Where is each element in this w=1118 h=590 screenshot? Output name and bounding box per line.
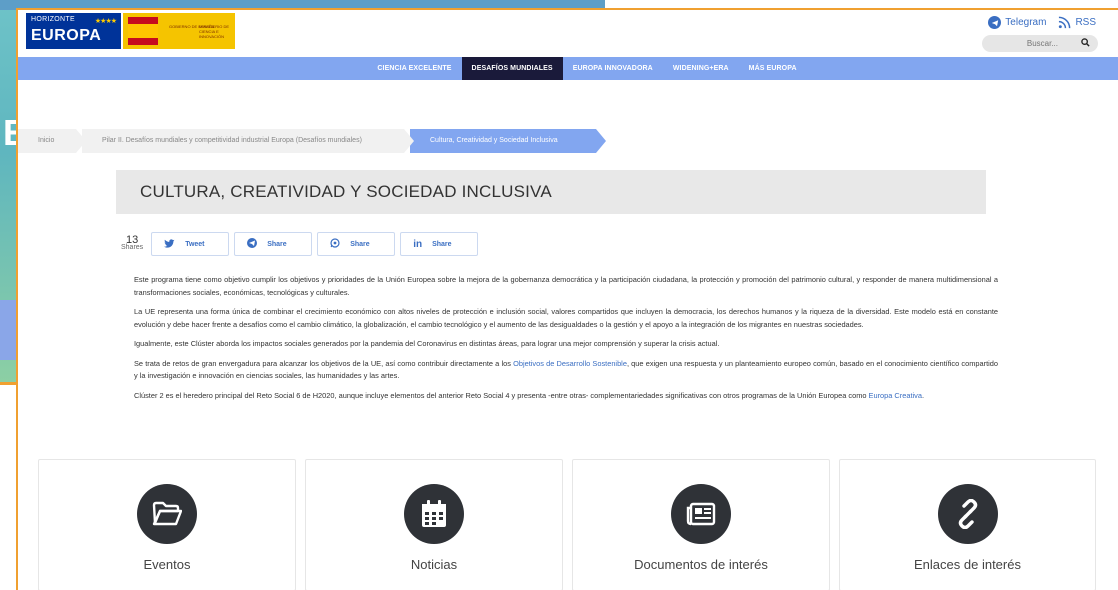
social-links: Telegram RSS	[988, 16, 1096, 29]
paragraph-5: Clúster 2 es el heredero principal del R…	[134, 390, 998, 403]
logo-small-text: HORIZONTE	[31, 16, 75, 23]
ods-link[interactable]: Objetivos de Desarrollo Sostenible	[513, 359, 627, 368]
share-count: 13 Shares	[121, 234, 144, 252]
breadcrumb-item-inicio[interactable]: Inicio	[18, 129, 86, 153]
share-count-label: Shares	[121, 244, 144, 251]
telegram-share-button[interactable]: Share	[234, 232, 313, 256]
nav-item-europa-innovadora[interactable]: EUROPA INNOVADORA	[563, 57, 663, 80]
linkedin-share-button[interactable]: in Share	[400, 232, 479, 256]
card-enlaces[interactable]: Enlaces de interés	[839, 459, 1096, 590]
whatsapp-share-label: Share	[350, 240, 370, 248]
paragraph-5-text-b: .	[921, 390, 925, 400]
spain-flag-icon	[128, 17, 158, 45]
card-enlaces-label: Enlaces de interés	[914, 557, 1021, 572]
breadcrumb-item-pilar[interactable]: Pilar II. Desafíos mundiales y competiti…	[82, 129, 414, 153]
rss-link[interactable]: RSS	[1058, 16, 1096, 29]
folder-icon	[137, 484, 197, 544]
rss-icon	[1059, 16, 1071, 29]
telegram-share-label: Share	[267, 240, 287, 248]
breadcrumb-item-current: Cultura, Creatividad y Sociedad Inclusiv…	[410, 129, 606, 153]
top-bar: HORIZONTE ★★★★ EUROPA GOBIERNO DE ESPAÑA…	[18, 10, 1118, 56]
paragraph-4-text-a: Se trata de retos de gran envergadura pa…	[134, 358, 514, 368]
page-title: CULTURA, CREATIVIDAD Y SOCIEDAD INCLUSIV…	[140, 182, 552, 201]
article-body: Este programa tiene como objetivo cumpli…	[134, 274, 998, 409]
main-nav: CIENCIA EXCELENTE DESAFÍOS MUNDIALES EUR…	[18, 57, 1118, 80]
share-count-number: 13	[125, 234, 139, 246]
whatsapp-icon	[330, 237, 340, 251]
card-eventos-label: Eventos	[143, 557, 191, 572]
nav-item-ciencia-excelente[interactable]: CIENCIA EXCELENTE	[367, 57, 461, 80]
search-input[interactable]	[990, 39, 1070, 48]
logo-group[interactable]: HORIZONTE ★★★★ EUROPA GOBIERNO DE ESPAÑA…	[26, 13, 235, 49]
logo-big-text: EUROPA	[31, 27, 102, 44]
whatsapp-share-button[interactable]: Share	[317, 232, 396, 256]
linkedin-icon: in	[413, 238, 423, 250]
nav-item-widening-era[interactable]: WIDENING+ERA	[663, 57, 739, 80]
telegram-share-icon	[247, 237, 258, 251]
paragraph-1: Este programa tiene como objetivo cumpli…	[134, 275, 998, 297]
linkedin-share-label: Share	[432, 240, 452, 248]
twitter-share-button[interactable]: Tweet	[151, 232, 230, 256]
share-bar: 13 Shares Tweet Share Share in Share	[121, 232, 479, 256]
search-box[interactable]	[982, 35, 1098, 52]
card-noticias-label: Noticias	[410, 557, 458, 572]
tweet-label: Tweet	[185, 240, 205, 248]
nav-item-mas-europa[interactable]: MÁS EUROPA	[739, 57, 807, 80]
nav-items: CIENCIA EXCELENTE DESAFÍOS MUNDIALES EUR…	[367, 57, 806, 80]
government-logo[interactable]: GOBIERNO DE ESPAÑA MINISTERIO DE CIENCIA…	[123, 13, 235, 49]
quick-links: Eventos Noticias Documentos de interés E…	[38, 459, 1096, 590]
card-documentos-label: Documentos de interés	[634, 557, 768, 572]
rss-label: RSS	[1075, 17, 1096, 28]
card-eventos[interactable]: Eventos	[38, 459, 296, 590]
europa-creativa-link[interactable]: Europa Creativa	[869, 391, 922, 400]
paragraph-5-text-a: Clúster 2 es el heredero principal del R…	[134, 390, 869, 400]
telegram-link[interactable]: Telegram	[988, 16, 1046, 29]
calendar-icon	[404, 484, 464, 544]
card-documentos[interactable]: Documentos de interés	[572, 459, 830, 590]
eu-stars-icon: ★★★★	[94, 18, 117, 25]
newspaper-icon	[671, 484, 731, 544]
card-noticias[interactable]: Noticias	[305, 459, 563, 590]
background-window-panel	[0, 300, 16, 360]
browser-page: HORIZONTE ★★★★ EUROPA GOBIERNO DE ESPAÑA…	[16, 8, 1118, 590]
telegram-icon	[988, 16, 1002, 29]
page-title-box: CULTURA, CREATIVIDAD Y SOCIEDAD INCLUSIV…	[116, 170, 986, 214]
paragraph-3: Igualmente, este Clúster aborda los impa…	[134, 339, 720, 348]
link-icon	[937, 484, 998, 544]
horizonte-europa-logo[interactable]: HORIZONTE ★★★★ EUROPA	[26, 13, 121, 49]
gov-logo-line2: MINISTERIO DE CIENCIA E INNOVACIÓN	[199, 24, 230, 39]
telegram-label: Telegram	[1005, 17, 1047, 28]
paragraph-4: Se trata de retos de gran envergadura pa…	[134, 358, 998, 383]
paragraph-2: La UE representa una forma única de comb…	[134, 307, 998, 329]
twitter-icon	[164, 239, 175, 248]
nav-item-desafios-mundiales[interactable]: DESAFÍOS MUNDIALES	[461, 57, 563, 80]
search-icon[interactable]	[1081, 37, 1090, 50]
breadcrumb: Inicio Pilar II. Desafíos mundiales y co…	[18, 129, 606, 153]
